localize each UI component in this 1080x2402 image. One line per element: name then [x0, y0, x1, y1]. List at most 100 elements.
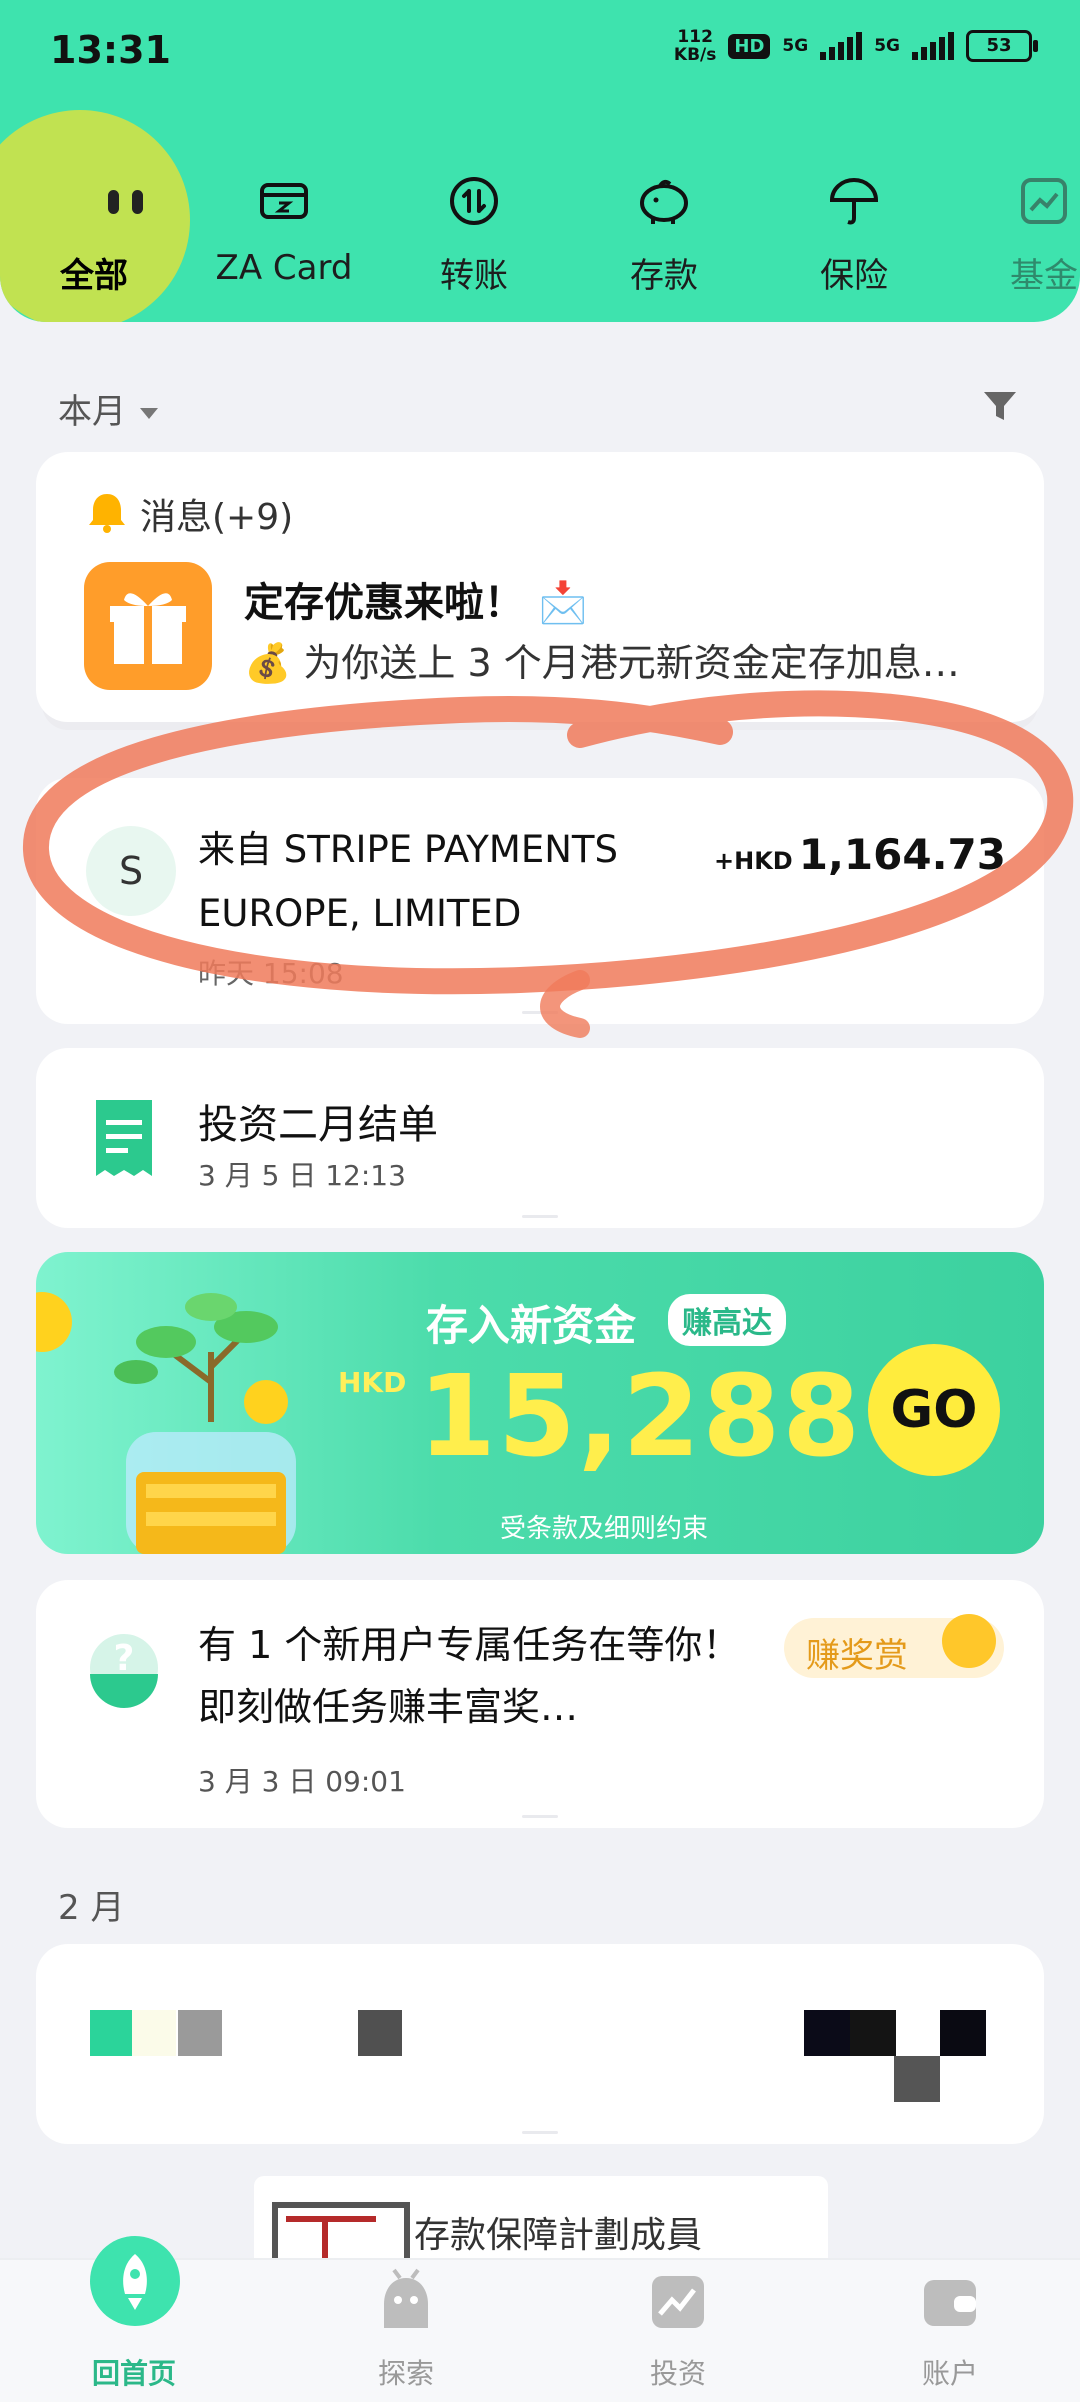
amount-value: 1,164.73	[798, 830, 1006, 879]
banner-currency: HKD	[338, 1366, 407, 1399]
redaction-block	[850, 2010, 896, 2056]
task-title: 有 1 个新用户专属任务在等你！即刻做任务赚丰富奖…	[198, 1623, 741, 1729]
bell-icon	[86, 490, 128, 538]
piggy-bank-icon	[574, 170, 754, 232]
transaction-title: 来自 STRIPE PAYMENTS EUROPE, LIMITED	[198, 828, 618, 935]
redaction-block	[178, 2010, 222, 2056]
tab-label: 转账	[440, 256, 508, 296]
month-selector[interactable]: 本月	[58, 384, 158, 433]
task-date: 3 月 3 日 09:01	[198, 1765, 406, 1798]
message-subtitle: 💰 为你送上 3 个月港元新资金定存加息…	[244, 632, 960, 687]
go-button[interactable]: GO	[868, 1344, 1000, 1476]
tab-label: 账户	[921, 2357, 978, 2390]
category-tabs: 全部 ZA Card 转账 存款 保险 基金	[0, 170, 1080, 310]
tab-deposit[interactable]: 存款	[574, 170, 754, 297]
speed-value: 112	[677, 27, 713, 47]
tab-za-card[interactable]: ZA Card	[194, 170, 374, 288]
redaction-block	[132, 2010, 176, 2056]
status-time: 13:31	[50, 28, 171, 72]
statement-card[interactable]: 投资二月结单 3 月 5 日 12:13	[36, 1048, 1044, 1228]
tab-fund[interactable]: 基金	[954, 170, 1080, 297]
redaction-block	[90, 2010, 132, 2056]
redaction-block	[358, 2010, 402, 2056]
message-title-text: 定存优惠来啦！	[244, 580, 524, 626]
tab-label: 保险	[820, 256, 888, 296]
amount-currency: +HKD	[714, 847, 793, 875]
expand-handle	[522, 1815, 558, 1818]
rocket-icon	[90, 2236, 180, 2326]
invest-icon	[648, 2272, 708, 2336]
message-subtitle-text: 为你送上 3 个月港元新资金定存加息…	[303, 641, 960, 685]
top-header: 13:31 112 KB/s HD 5G 5G 53 全部 ZA Card 转账…	[0, 0, 1080, 322]
svg-text:?: ?	[114, 1638, 135, 1679]
reward-coin-icon	[942, 1614, 996, 1668]
coin-icon	[36, 1292, 72, 1352]
tab-all[interactable]: 全部	[4, 170, 184, 297]
redaction-block	[804, 2010, 850, 2056]
statement-date: 3 月 5 日 12:13	[198, 1159, 406, 1192]
redaction-block	[894, 2056, 940, 2102]
status-bar: 13:31 112 KB/s HD 5G 5G 53	[0, 0, 1080, 100]
money-bag-icon: 💰	[244, 641, 292, 685]
message-title: 定存优惠来啦！ 📩	[244, 570, 588, 628]
banner-terms[interactable]: 受条款及细则约束	[500, 1508, 708, 1545]
network-type-1: 5G	[782, 36, 809, 56]
month-header: 2 月	[58, 1888, 125, 1928]
transfer-icon	[384, 170, 564, 232]
bottom-tab-bar: 回首页 探索 投资 账户	[0, 2236, 1080, 2402]
money-tree-illustration	[96, 1272, 326, 1554]
network-speed: 112 KB/s	[674, 28, 716, 64]
network-type-2: 5G	[874, 36, 900, 56]
transaction-date: 昨天 15:08	[198, 957, 344, 990]
reward-badge[interactable]: 赚奖赏	[784, 1614, 1004, 1678]
umbrella-icon	[764, 170, 944, 232]
filter-icon[interactable]	[980, 386, 1020, 430]
caret-down-icon	[140, 408, 158, 419]
tab-insurance[interactable]: 保险	[764, 170, 944, 297]
message-header: 消息(+9)	[140, 497, 294, 538]
fund-chart-icon	[954, 170, 1080, 232]
deposit-protection-notice: 存款保障計劃成員	[254, 2176, 828, 2272]
transaction-amount: +HKD 1,164.73	[714, 830, 1006, 879]
wallet-icon	[920, 2274, 980, 2334]
promo-banner[interactable]: 存入新资金 赚高达 HKD 15,288 GO 受条款及细则约束	[36, 1252, 1044, 1554]
month-label: 本月	[58, 392, 126, 432]
envelope-icon: 📩	[537, 580, 588, 626]
tab-label: 探索	[377, 2357, 434, 2390]
tab-transfer[interactable]: 转账	[384, 170, 564, 297]
battery-icon: 53	[966, 30, 1038, 62]
avatar: S	[86, 826, 176, 916]
statement-icon	[92, 1096, 156, 1184]
banner-title: 存入新资金	[426, 1301, 637, 1350]
tab-label: 投资	[649, 2357, 706, 2390]
logo-stripe	[286, 2216, 376, 2222]
banner-amount: 15,288	[418, 1352, 863, 1482]
gift-icon	[84, 562, 212, 690]
tab-label: 基金	[1010, 256, 1078, 296]
redacted-transaction-card[interactable]	[36, 1944, 1044, 2144]
tab-label: 存款	[630, 256, 698, 296]
card-icon	[194, 170, 374, 232]
signal-icon	[820, 32, 863, 60]
reward-label: 赚奖赏	[806, 1636, 908, 1676]
tab-label: ZA Card	[215, 248, 353, 288]
status-icons: 112 KB/s HD 5G 5G 53	[674, 28, 1038, 64]
expand-handle	[522, 2131, 558, 2134]
speed-unit: KB/s	[673, 45, 717, 65]
task-card[interactable]: ? 有 1 个新用户专属任务在等你！即刻做任务赚丰富奖… 3 月 3 日 09:…	[36, 1580, 1044, 1828]
expand-handle	[522, 1011, 558, 1014]
tab-label: 回首页	[91, 2357, 176, 2390]
transaction-card[interactable]: S 来自 STRIPE PAYMENTS EUROPE, LIMITED 昨天 …	[36, 778, 1044, 1024]
deposit-protection-text: 存款保障計劃成員	[414, 2215, 703, 2256]
signal-icon-2	[912, 32, 954, 60]
expand-handle	[522, 1215, 558, 1218]
explore-icon	[376, 2268, 436, 2338]
redaction-block	[940, 2010, 986, 2056]
message-card[interactable]: 消息(+9) 定存优惠来啦！ 📩 💰 为你送上 3 个月港元新资金定存加息…	[36, 452, 1044, 722]
banner-tag: 赚高达	[668, 1294, 786, 1346]
tab-label: 全部	[60, 256, 128, 296]
question-icon: ?	[88, 1628, 160, 1714]
statement-title: 投资二月结单	[198, 1102, 438, 1148]
hd-badge: HD	[728, 33, 771, 59]
face-icon	[4, 170, 184, 232]
